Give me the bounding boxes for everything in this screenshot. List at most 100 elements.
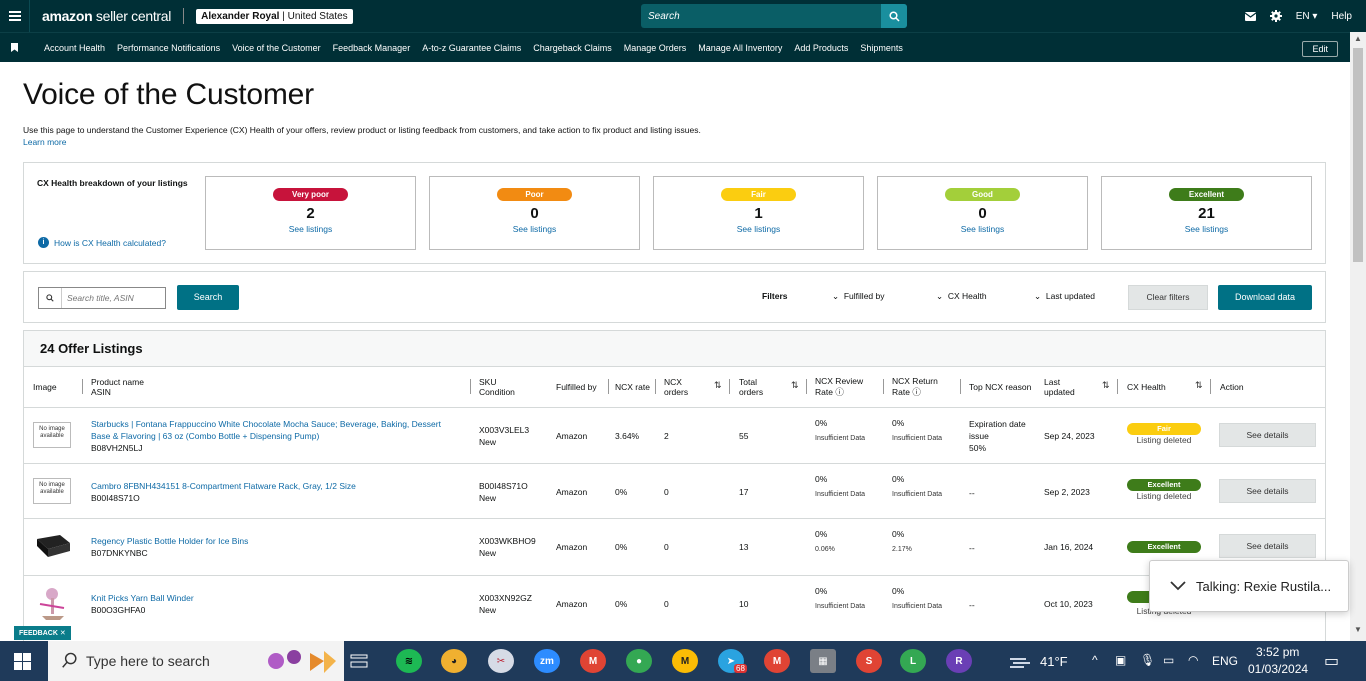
download-data-button[interactable]: Download data bbox=[1218, 285, 1312, 310]
product-name-link[interactable]: Starbucks | Fontana Frappuccino White Ch… bbox=[91, 418, 451, 442]
wifi-icon[interactable]: ◠ bbox=[1188, 653, 1198, 667]
page-scrollbar[interactable]: ▲ ▼ bbox=[1350, 32, 1366, 641]
input-language[interactable]: ENG bbox=[1212, 654, 1238, 668]
snipping-tool-icon[interactable]: ✂ bbox=[488, 649, 514, 673]
product-name-link[interactable]: Cambro 8FBNH434151 8-Compartment Flatwar… bbox=[91, 480, 451, 492]
clock-time[interactable]: 3:52 pm bbox=[1256, 645, 1299, 659]
cx-card-good[interactable]: Good 0 See listings bbox=[877, 176, 1088, 250]
col-total-orders[interactable]: Total orders bbox=[739, 367, 763, 407]
learn-more-link[interactable]: Learn more bbox=[23, 137, 66, 147]
cx-card-very-poor[interactable]: Very poor 2 See listings bbox=[205, 176, 416, 250]
nav-feedback-manager[interactable]: Feedback Manager bbox=[333, 43, 411, 53]
nav-chargeback-claims[interactable]: Chargeback Claims bbox=[533, 43, 612, 53]
game-app-icon[interactable]: ◕ bbox=[441, 649, 467, 673]
sort-icon[interactable]: ⇅ bbox=[1102, 380, 1110, 391]
col-sku[interactable]: SKU Condition bbox=[479, 367, 515, 407]
nav-voice-of-customer[interactable]: Voice of the Customer bbox=[232, 43, 321, 53]
seller-central-logo[interactable]: amazon seller central bbox=[42, 8, 171, 24]
chrome-icon[interactable]: M bbox=[672, 649, 698, 673]
chrome-icon[interactable]: R bbox=[946, 649, 972, 673]
menu-icon[interactable] bbox=[0, 0, 30, 32]
chrome-icon[interactable]: ● bbox=[626, 649, 652, 673]
fulfilled-by-filter[interactable]: ⌄ Fulfilled by bbox=[832, 291, 885, 302]
nav-manage-inventory[interactable]: Manage All Inventory bbox=[698, 43, 782, 53]
info-icon[interactable]: ⓘ bbox=[912, 387, 921, 397]
bookmark-icon[interactable] bbox=[0, 43, 28, 52]
global-search-input[interactable] bbox=[641, 4, 881, 28]
col-ncx-orders[interactable]: NCX orders bbox=[664, 367, 688, 407]
product-image[interactable] bbox=[34, 531, 72, 565]
calculator-icon[interactable]: ▦ bbox=[810, 649, 836, 673]
help-link[interactable]: Help bbox=[1331, 11, 1352, 22]
cx-card-excellent[interactable]: Excellent 21 See listings bbox=[1101, 176, 1312, 250]
feedback-tab[interactable]: FEEDBACK ✕ bbox=[14, 626, 71, 640]
taskbar-search[interactable]: Type here to search bbox=[48, 641, 344, 681]
scroll-down-arrow[interactable]: ▼ bbox=[1354, 625, 1362, 634]
col-ncx-review-rate[interactable]: NCX Review Rate ⓘ bbox=[815, 367, 863, 407]
last-updated-filter[interactable]: ⌄ Last updated bbox=[1034, 291, 1095, 302]
product-name-link[interactable]: Regency Plastic Bottle Holder for Ice Bi… bbox=[91, 535, 451, 547]
see-details-button[interactable]: See details bbox=[1219, 534, 1316, 558]
see-listings-link[interactable]: See listings bbox=[206, 224, 415, 234]
see-details-button[interactable]: See details bbox=[1219, 423, 1316, 447]
col-product[interactable]: Product name ASIN bbox=[91, 367, 144, 407]
sort-icon[interactable]: ⇅ bbox=[714, 380, 722, 391]
mail-icon[interactable] bbox=[1244, 11, 1256, 21]
see-listings-link[interactable]: See listings bbox=[1102, 224, 1311, 234]
product-name-link[interactable]: Knit Picks Yarn Ball Winder bbox=[91, 592, 451, 604]
spotify-icon[interactable]: ≋ bbox=[396, 649, 422, 673]
col-top-ncx-reason[interactable]: Top NCX reason bbox=[969, 367, 1031, 407]
see-details-button[interactable]: See details bbox=[1219, 479, 1316, 503]
sort-icon[interactable]: ⇅ bbox=[1195, 380, 1203, 391]
zoom-icon[interactable]: zm bbox=[534, 649, 560, 673]
sort-icon[interactable]: ⇅ bbox=[791, 380, 799, 391]
nav-account-health[interactable]: Account Health bbox=[44, 43, 105, 53]
see-listings-link[interactable]: See listings bbox=[878, 224, 1087, 234]
clock-date[interactable]: 01/03/2024 bbox=[1248, 662, 1308, 676]
battery-icon[interactable]: ▭ bbox=[1163, 653, 1174, 667]
nav-add-products[interactable]: Add Products bbox=[794, 43, 848, 53]
cx-health-help-link[interactable]: i How is CX Health calculated? bbox=[38, 237, 166, 248]
product-image[interactable] bbox=[36, 586, 70, 624]
nav-performance-notifications[interactable]: Performance Notifications bbox=[117, 43, 220, 53]
call-notification[interactable]: Talking: Rexie Rustila... bbox=[1149, 560, 1349, 612]
cx-health-filter[interactable]: ⌄ CX Health bbox=[936, 291, 987, 302]
cx-card-poor[interactable]: Poor 0 See listings bbox=[429, 176, 640, 250]
chrome-icon[interactable]: M bbox=[580, 649, 606, 673]
search-icon[interactable] bbox=[881, 4, 907, 28]
meet-now-icon[interactable]: ▣ bbox=[1115, 653, 1126, 667]
temperature[interactable]: 41°F bbox=[1040, 654, 1068, 669]
chrome-icon[interactable]: L bbox=[900, 649, 926, 673]
account-switcher[interactable]: Alexander Royal | United States bbox=[196, 8, 353, 24]
clear-filters-button[interactable]: Clear filters bbox=[1128, 285, 1208, 310]
nav-manage-orders[interactable]: Manage Orders bbox=[624, 43, 687, 53]
weather-icon[interactable] bbox=[1010, 654, 1032, 673]
col-ncx-rate[interactable]: NCX rate bbox=[615, 367, 650, 407]
gear-icon[interactable] bbox=[1269, 10, 1282, 22]
see-listings-link[interactable]: See listings bbox=[654, 224, 863, 234]
nav-a-to-z-claims[interactable]: A-to-z Guarantee Claims bbox=[422, 43, 521, 53]
task-view-icon[interactable] bbox=[350, 653, 368, 674]
col-last-updated[interactable]: Last updated bbox=[1044, 367, 1075, 407]
see-listings-link[interactable]: See listings bbox=[430, 224, 639, 234]
listing-search-input[interactable] bbox=[61, 288, 165, 308]
chevron-down-icon[interactable] bbox=[1170, 579, 1186, 594]
col-fulfilled-by[interactable]: Fulfilled by bbox=[556, 367, 597, 407]
col-ncx-return-rate[interactable]: NCX Return Rate ⓘ bbox=[892, 367, 938, 407]
edit-nav-button[interactable]: Edit bbox=[1302, 41, 1338, 57]
windows-start-icon[interactable] bbox=[14, 653, 31, 675]
info-icon[interactable]: ⓘ bbox=[835, 387, 844, 397]
search-button[interactable]: Search bbox=[177, 285, 239, 310]
microphone-icon[interactable]: 🎙 bbox=[1140, 653, 1155, 667]
col-cx-health[interactable]: CX Health bbox=[1127, 367, 1166, 407]
chevron-up-icon[interactable]: ^ bbox=[1092, 653, 1098, 667]
chrome-icon[interactable]: M bbox=[764, 649, 790, 673]
language-selector[interactable]: EN ▾ bbox=[1296, 11, 1318, 22]
chrome-icon[interactable]: S bbox=[856, 649, 882, 673]
scrollbar-thumb[interactable] bbox=[1353, 48, 1363, 262]
nav-shipments[interactable]: Shipments bbox=[860, 43, 903, 53]
close-icon[interactable]: ✕ bbox=[60, 630, 66, 637]
cx-card-fair[interactable]: Fair 1 See listings bbox=[653, 176, 864, 250]
notifications-icon[interactable]: ▭ bbox=[1324, 651, 1339, 671]
scroll-up-arrow[interactable]: ▲ bbox=[1354, 34, 1362, 43]
